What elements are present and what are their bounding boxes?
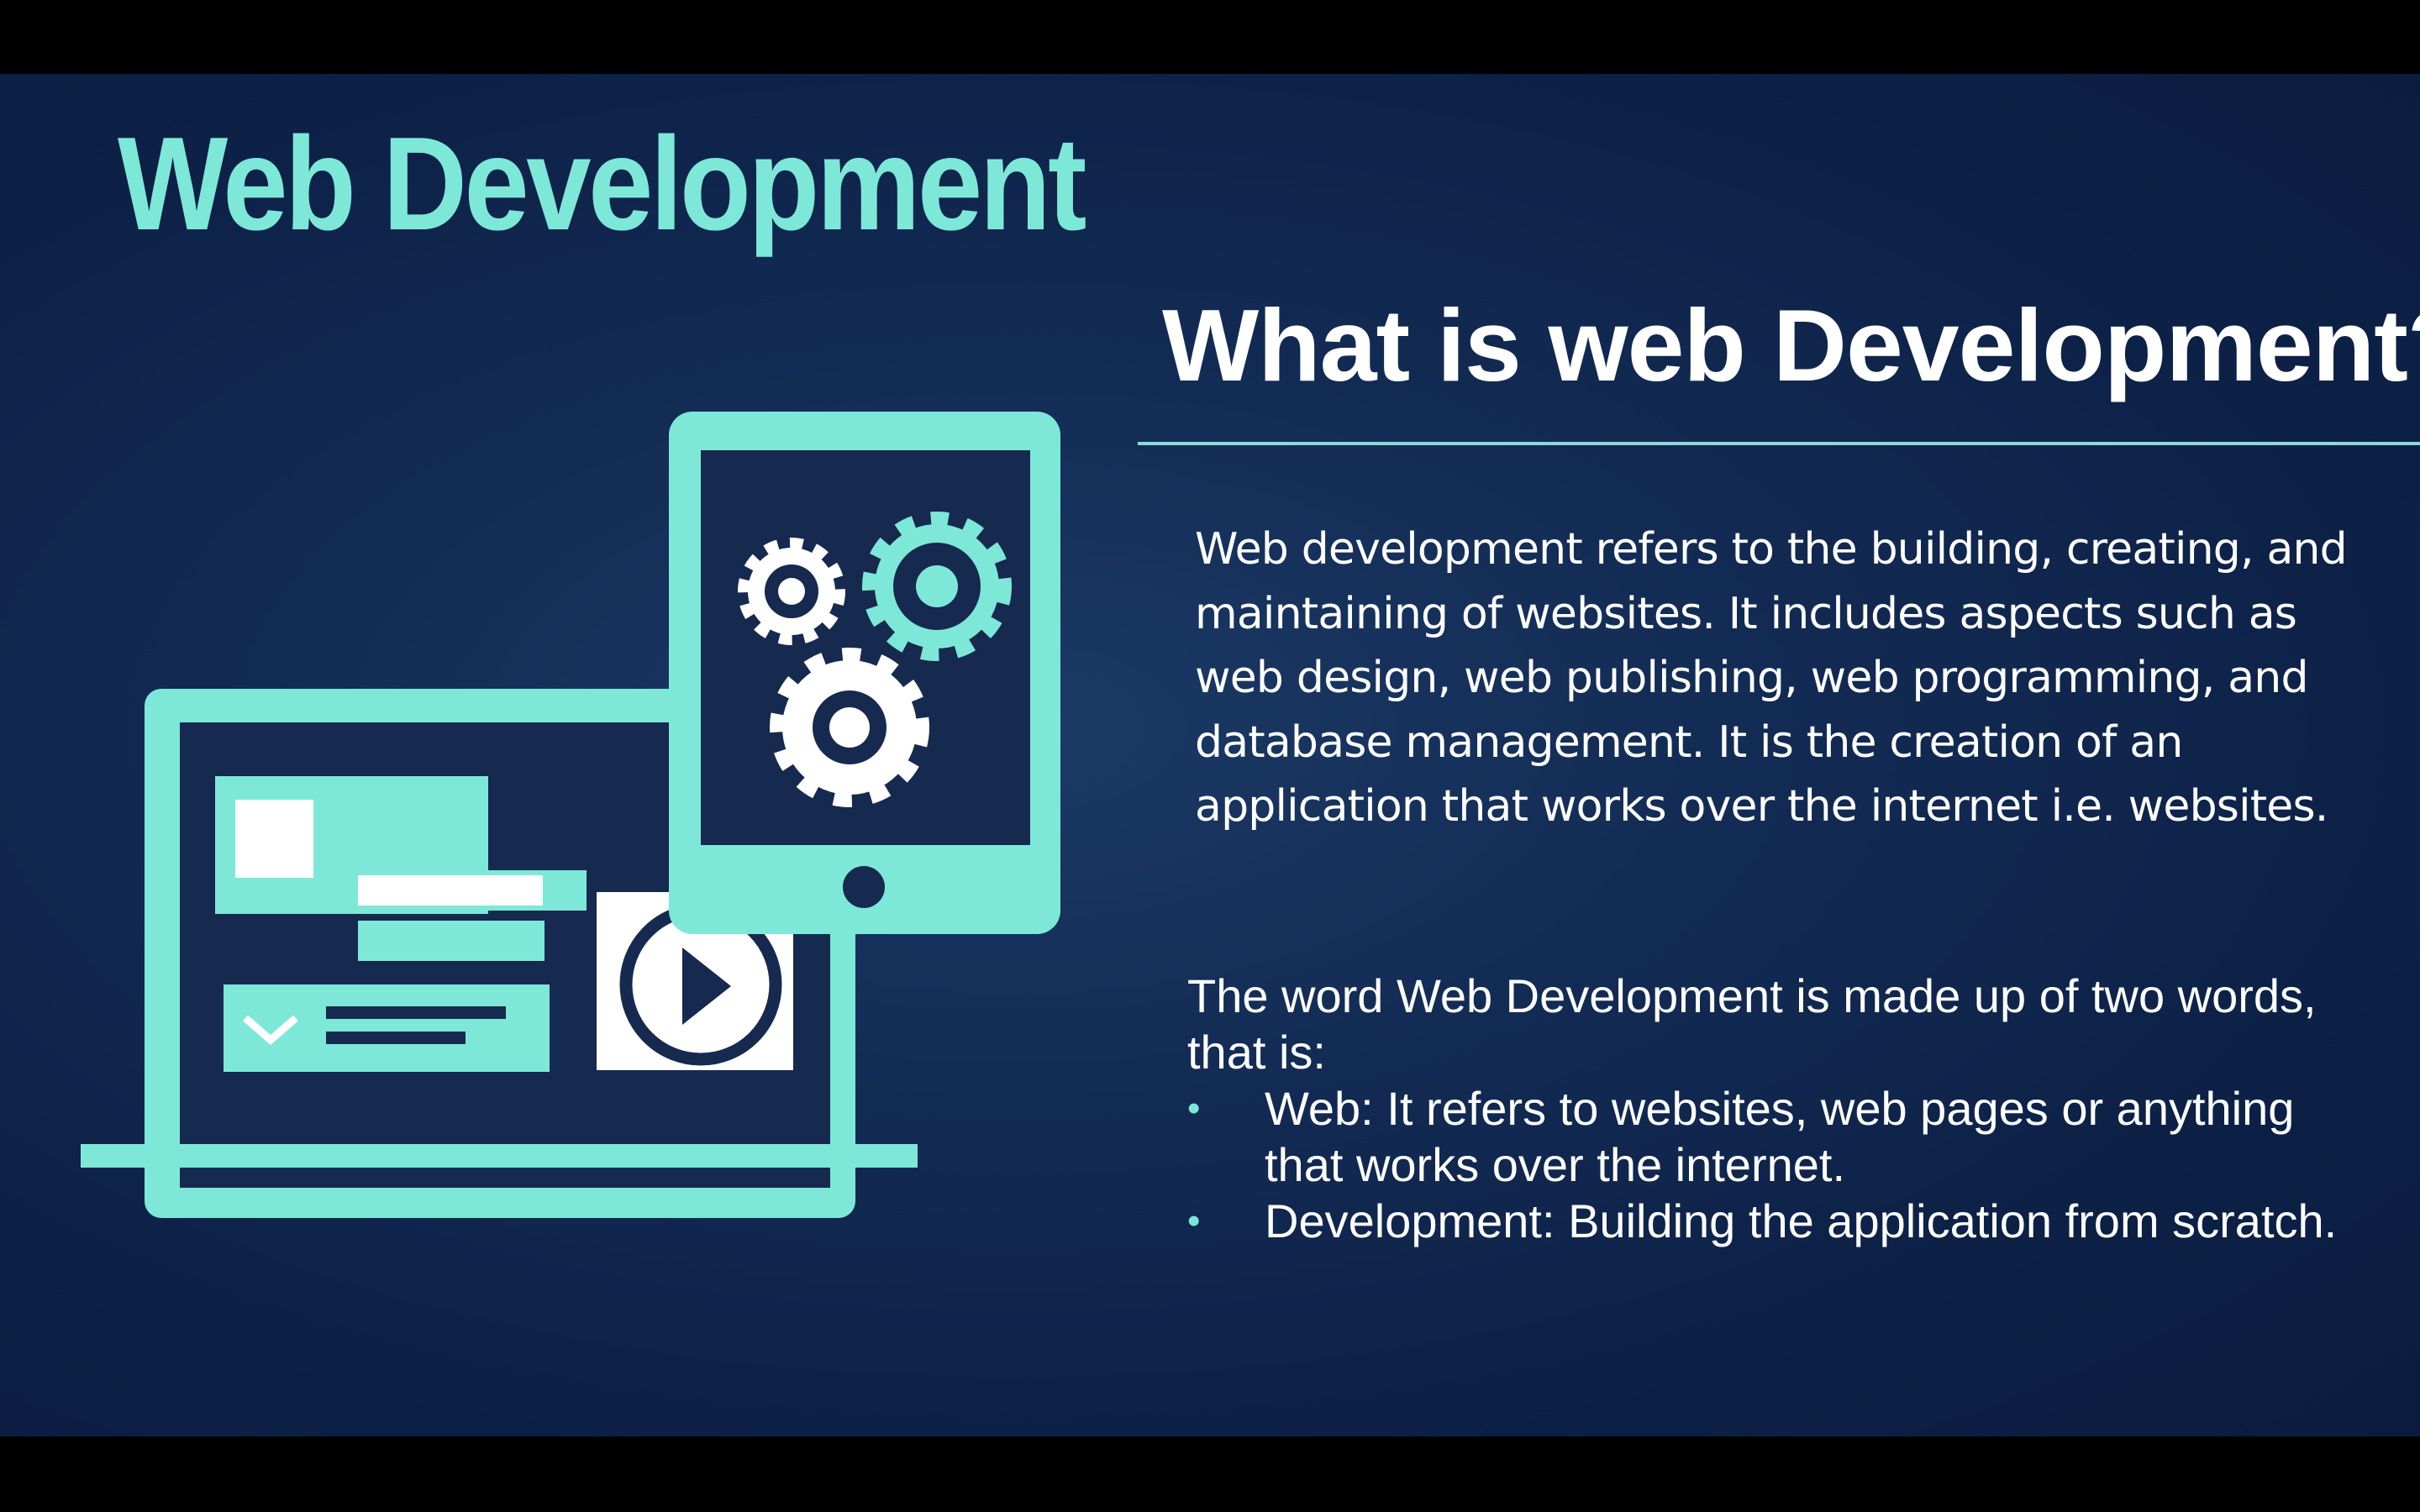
gear-icon (770, 648, 929, 807)
bullet-term: Web: (1265, 1082, 1374, 1135)
text-block (358, 921, 544, 961)
intro-paragraph: Web development refers to the building, … (1195, 524, 2348, 832)
gear-icon (862, 512, 1012, 661)
list-item: • Web: It refers to websites, web pages … (1187, 1080, 2381, 1193)
letterbox-top (0, 0, 2420, 74)
progress-bar (358, 870, 587, 911)
bullet-text: Building the application from scratch. (1555, 1194, 2338, 1247)
heading-divider (1138, 442, 2420, 445)
word-explanation: The word Web Development is made up of t… (1187, 968, 2381, 1249)
web-development-illustration (81, 412, 1060, 1218)
bullet-icon: • (1187, 1200, 1201, 1242)
list-item: • Development: Building the application … (1187, 1193, 2381, 1249)
bullet-list: • Web: It refers to websites, web pages … (1187, 1080, 2381, 1249)
gear-icon (738, 538, 845, 645)
slide: Web Development What is web Development?… (0, 74, 2420, 1436)
bullet-term: Development: (1265, 1194, 1555, 1247)
bullet-text: It refers to websites, web pages or anyt… (1265, 1082, 2295, 1191)
explanation-lead: The word Web Development is made up of t… (1187, 969, 2317, 1079)
bullet-icon: • (1187, 1088, 1201, 1129)
dropdown-widget (224, 984, 550, 1072)
section-heading: What is web Development? (1162, 288, 2420, 402)
letterbox-bottom (0, 1436, 2420, 1512)
